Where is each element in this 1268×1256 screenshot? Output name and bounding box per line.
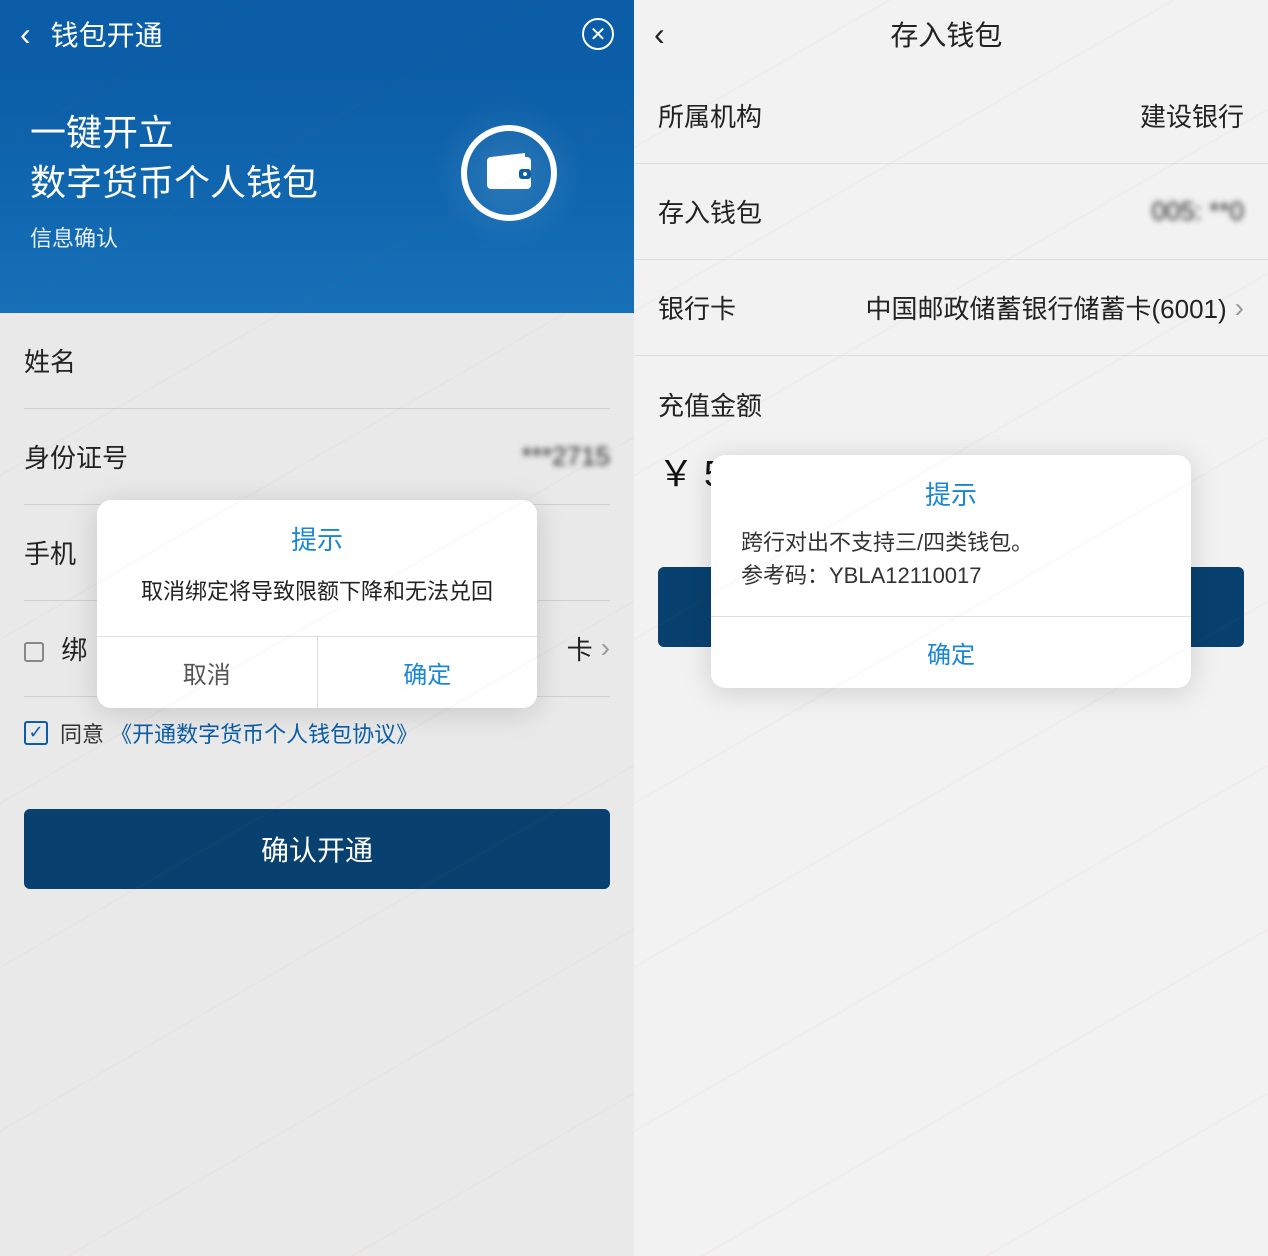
id-row[interactable]: 身份证号 ***2715 [24,409,610,505]
name-label: 姓名 [24,342,610,379]
dialog-msg-line2: 参考码：YBLA12110017 [741,559,1161,592]
bind-checkbox[interactable] [24,642,44,662]
wallet-row[interactable]: 存入钱包 005: **0 [634,164,1268,260]
chevron-right-icon: › [601,632,610,664]
close-icon[interactable]: ✕ [582,18,614,50]
alert-dialog: 提示 取消绑定将导致限额下降和无法兑回 取消 确定 [97,500,537,708]
dialog-title: 提示 [97,500,537,567]
org-label: 所属机构 [658,97,1140,134]
wallet-label: 存入钱包 [658,193,1151,230]
name-row[interactable]: 姓名 [24,313,610,409]
id-label: 身份证号 [24,438,522,475]
screen-wallet-open: ‹ 钱包开通 ✕ 一键开立 数字货币个人钱包 信息确认 姓名 身份证号 [0,0,634,1256]
dialog-cancel-button[interactable]: 取消 [97,637,318,708]
agreement-link[interactable]: 《开通数字货币个人钱包协议》 [110,717,418,749]
wallet-value: 005: **0 [1151,196,1244,227]
hero-line2: 数字货币个人钱包 [30,162,318,203]
dialog-message: 取消绑定将导致限额下降和无法兑回 [97,567,537,636]
screen-deposit: ‹ 存入钱包 所属机构 建设银行 存入钱包 005: **0 银行卡 中国邮政储… [634,0,1268,1256]
org-value: 建设银行 [1140,97,1244,134]
confirm-open-button[interactable]: 确认开通 [24,809,610,889]
card-value: 中国邮政储蓄银行储蓄卡(6001) [866,289,1227,326]
id-value: ***2715 [522,441,610,472]
dialog-msg-line1: 跨行对出不支持三/四类钱包。 [741,526,1161,559]
bind-suffix: 卡 [567,630,593,667]
dialog-message: 跨行对出不支持三/四类钱包。 参考码：YBLA12110017 [711,522,1191,616]
bind-label: 绑 [61,635,87,665]
amount-label: 充值金额 [634,356,1268,435]
dialog-title: 提示 [711,455,1191,522]
card-row[interactable]: 银行卡 中国邮政储蓄银行储蓄卡(6001) › [634,260,1268,356]
dialog-ok-button[interactable]: 确定 [711,616,1191,688]
org-row[interactable]: 所属机构 建设银行 [634,68,1268,164]
wallet-icon [434,98,584,248]
chevron-right-icon: › [1235,292,1244,324]
card-label: 银行卡 [658,289,866,326]
hero-line1: 一键开立 [30,112,174,153]
hero-banner: 一键开立 数字货币个人钱包 信息确认 [0,68,634,313]
header: ‹ 存入钱包 [634,0,1268,68]
header-title: 钱包开通 [51,14,582,54]
header-title: 存入钱包 [645,14,1248,54]
dialog-ok-button[interactable]: 确定 [318,637,538,708]
header: ‹ 钱包开通 ✕ [0,0,634,68]
back-icon[interactable]: ‹ [20,16,31,53]
agree-checkbox[interactable]: ✓ [24,721,48,745]
alert-dialog: 提示 跨行对出不支持三/四类钱包。 参考码：YBLA12110017 确定 [711,455,1191,688]
agree-prefix: 同意 [60,717,104,749]
